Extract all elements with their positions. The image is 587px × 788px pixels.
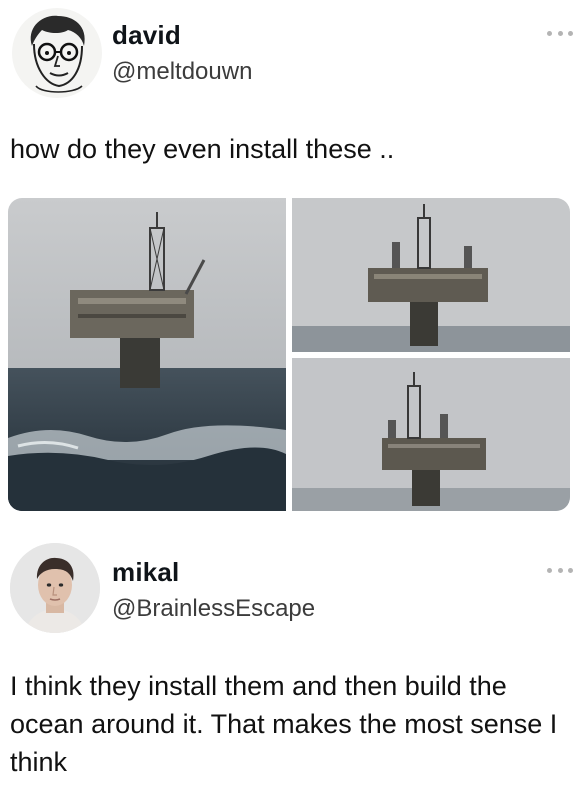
avatar[interactable] <box>12 8 102 98</box>
oil-platform-image <box>292 358 570 511</box>
post: david @meltdouwn how do they even instal… <box>0 0 587 525</box>
user-handle[interactable]: @BrainlessEscape <box>112 595 315 623</box>
media-image-2[interactable] <box>292 198 570 352</box>
display-name[interactable]: david <box>112 20 181 51</box>
post-text: I think they install them and then build… <box>10 671 558 777</box>
post-text: how do they even install these .. <box>10 134 395 164</box>
profile-photo-icon <box>10 543 100 633</box>
more-options-icon[interactable] <box>547 28 573 38</box>
post: mikal @BrainlessEscape I think they inst… <box>0 535 587 788</box>
more-options-icon[interactable] <box>547 565 573 575</box>
sketched-face-with-glasses-icon <box>30 15 85 93</box>
media-grid <box>8 198 570 511</box>
user-handle[interactable]: @meltdouwn <box>112 58 252 86</box>
oil-platform-image <box>8 198 286 511</box>
oil-platform-image <box>292 198 570 352</box>
media-image-3[interactable] <box>292 358 570 511</box>
display-name[interactable]: mikal <box>112 557 180 588</box>
avatar[interactable] <box>10 543 100 633</box>
media-image-1[interactable] <box>8 198 286 511</box>
